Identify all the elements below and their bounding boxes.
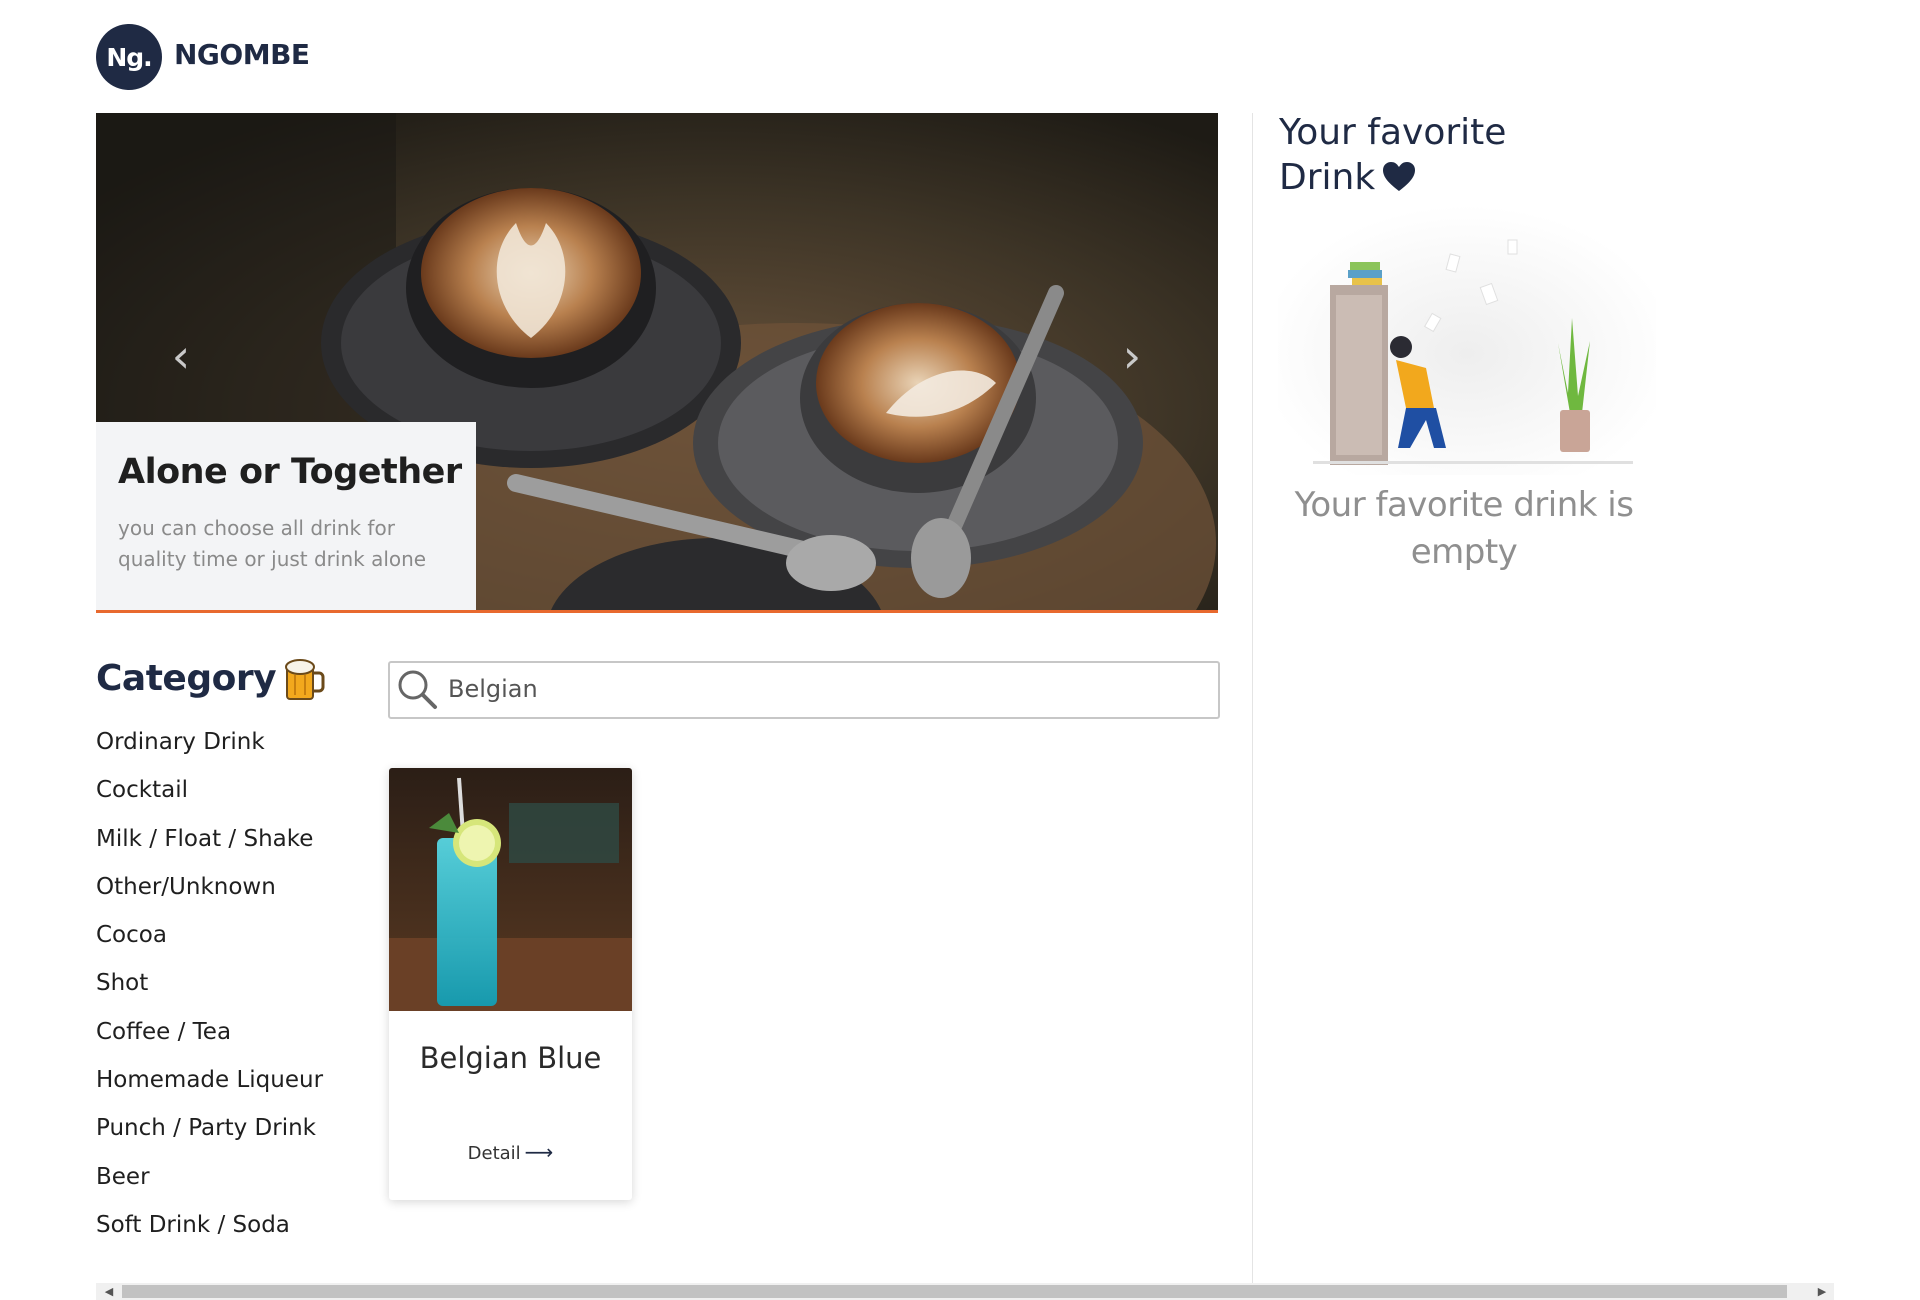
- favorites-empty-text: Your favorite drink is empty: [1294, 485, 1634, 572]
- hero-subtitle: you can choose all drink for quality tim…: [118, 516, 427, 571]
- category-item-coffee-tea[interactable]: Coffee / Tea: [96, 1019, 323, 1067]
- category-item-cocoa[interactable]: Cocoa: [96, 922, 323, 970]
- drink-image: [389, 768, 632, 1011]
- category-item-homemade-liqueur[interactable]: Homemade Liqueur: [96, 1067, 323, 1115]
- chevron-right-icon: ›: [1122, 329, 1142, 383]
- logo[interactable]: Ng.: [96, 24, 162, 90]
- category-item-other-unknown[interactable]: Other/Unknown: [96, 874, 323, 922]
- brand-name[interactable]: NGOMBE: [174, 38, 310, 71]
- hero-title: Alone or Together: [118, 452, 462, 492]
- scroll-right-icon[interactable]: ▶: [1812, 1283, 1832, 1300]
- favorites-title: Your favorite Drink: [1279, 110, 1599, 200]
- scroll-left-icon[interactable]: ◀: [99, 1283, 119, 1300]
- hero-caption: Alone or Together you can choose all dri…: [96, 422, 476, 610]
- category-item-beer[interactable]: Beer: [96, 1164, 323, 1212]
- category-item-shot[interactable]: Shot: [96, 970, 323, 1018]
- heart-icon: [1383, 162, 1416, 191]
- search-input[interactable]: [446, 663, 1210, 715]
- category-title: Category: [96, 658, 277, 699]
- drink-card[interactable]: Belgian Blue Detail ⟶: [389, 768, 632, 1200]
- carousel-next-button[interactable]: ›: [1107, 331, 1157, 381]
- detail-label: Detail: [467, 1143, 521, 1164]
- search-icon: [398, 670, 437, 709]
- category-list: Ordinary Drink Cocktail Milk / Float / S…: [96, 729, 323, 1260]
- beer-icon: [285, 659, 325, 700]
- column-divider: [1252, 113, 1253, 1283]
- carousel-prev-button[interactable]: ‹: [156, 331, 206, 381]
- category-item-soft-drink-soda[interactable]: Soft Drink / Soda: [96, 1212, 323, 1260]
- logo-text: Ng.: [106, 42, 152, 72]
- category-item-milk-float-shake[interactable]: Milk / Float / Shake: [96, 826, 323, 874]
- arrow-right-icon: ⟶: [524, 1140, 554, 1164]
- hero-carousel: ‹ › Alone or Together you can choose all…: [96, 113, 1218, 613]
- chevron-left-icon: ‹: [171, 329, 191, 383]
- scrollbar-thumb[interactable]: [122, 1285, 1787, 1298]
- detail-link[interactable]: Detail ⟶: [389, 1140, 632, 1164]
- empty-favorites-illustration: [1278, 205, 1656, 475]
- category-item-punch-party-drink[interactable]: Punch / Party Drink: [96, 1115, 323, 1163]
- category-item-cocktail[interactable]: Cocktail: [96, 777, 323, 825]
- category-item-ordinary-drink[interactable]: Ordinary Drink: [96, 729, 323, 777]
- drink-name: Belgian Blue: [419, 1041, 602, 1075]
